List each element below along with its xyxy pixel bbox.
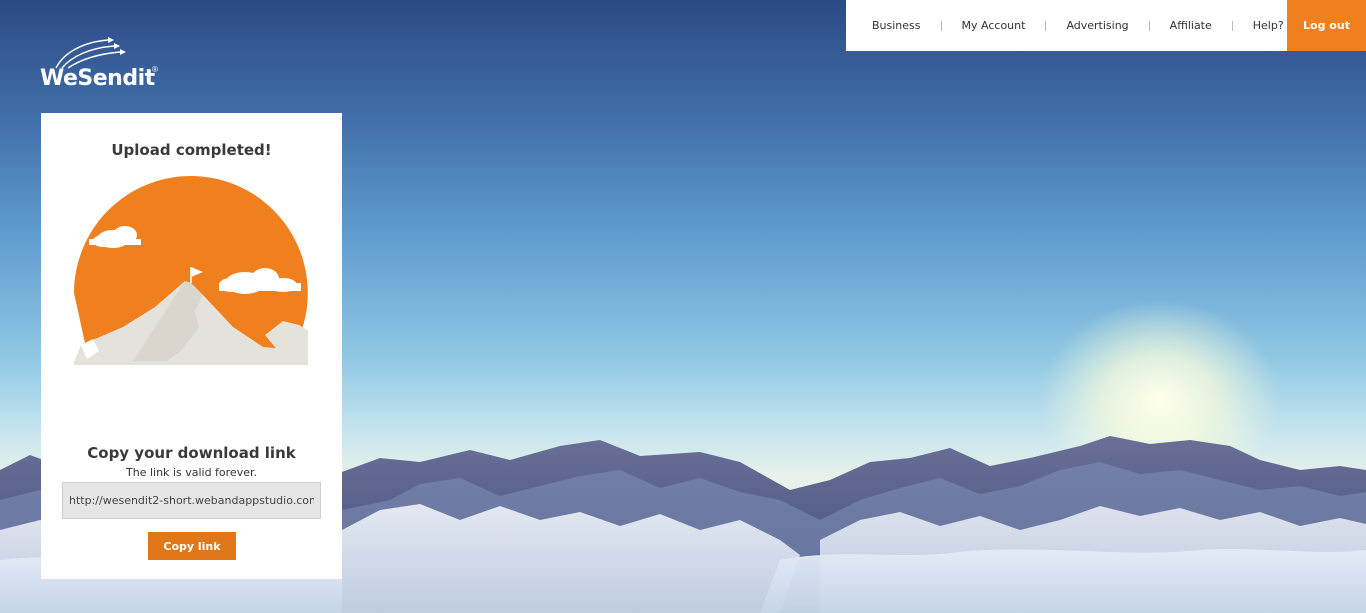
nav-divider bbox=[940, 20, 942, 31]
top-navigation: Business My Account Advertising Affiliat… bbox=[846, 0, 1366, 51]
logout-button[interactable]: Log out bbox=[1287, 0, 1366, 51]
registered-mark: ® bbox=[152, 65, 158, 74]
nav-item-advertising[interactable]: Advertising bbox=[1066, 19, 1128, 32]
download-link-field[interactable] bbox=[62, 482, 321, 519]
link-validity-text: The link is valid forever. bbox=[126, 466, 257, 479]
nav-item-affiliate[interactable]: Affiliate bbox=[1170, 19, 1212, 32]
copy-link-button[interactable]: Copy link bbox=[148, 532, 236, 560]
nav-item-my-account[interactable]: My Account bbox=[962, 19, 1026, 32]
paper-plane-trails-icon bbox=[55, 37, 126, 69]
nav-divider bbox=[1231, 20, 1233, 31]
nav-divider bbox=[1148, 20, 1150, 31]
copy-download-link-heading: Copy your download link bbox=[87, 444, 296, 462]
logo-wordmark: WeSendit bbox=[40, 66, 155, 91]
nav-item-help[interactable]: Help? bbox=[1253, 19, 1284, 32]
upload-complete-card: Upload completed! Copy your download lin… bbox=[41, 113, 342, 579]
wesendit-logo[interactable]: WeSendit ® bbox=[40, 36, 170, 96]
nav-divider bbox=[1045, 20, 1047, 31]
nav-item-business[interactable]: Business bbox=[872, 19, 921, 32]
upload-completed-heading: Upload completed! bbox=[111, 141, 272, 159]
mountain-summit-flag-illustration bbox=[74, 176, 308, 365]
